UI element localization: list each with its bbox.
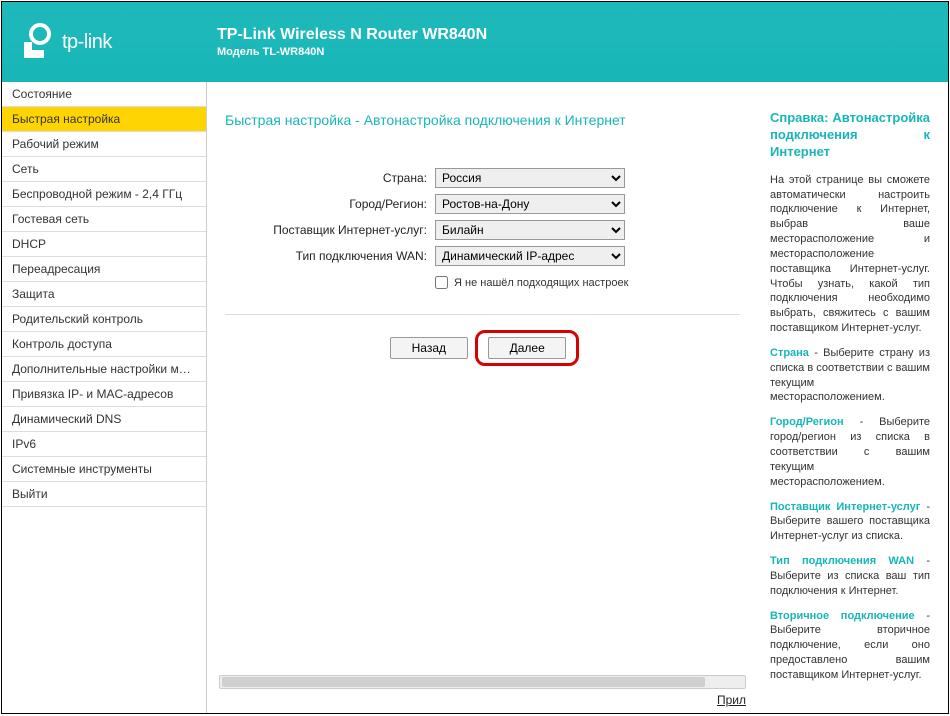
highlight-ring: Далее (475, 330, 579, 366)
footer-link[interactable]: Прил (219, 693, 746, 707)
back-button[interactable]: Назад (390, 337, 468, 359)
wan-select[interactable]: Динамический IP-адрес (435, 246, 625, 266)
wan-label: Тип подключения WAN: (225, 249, 435, 263)
brand-text: tp-link (62, 31, 112, 54)
help-isp: Поставщик Интернет-услуг - Выберите ваше… (770, 500, 930, 545)
help-wan: Тип подключения WAN - Выберите из списка… (770, 554, 930, 599)
not-found-checkbox[interactable] (435, 276, 448, 289)
sidebar-item-routing[interactable]: Дополнительные настройки маршрутизации (2, 357, 206, 382)
sidebar-item-logout[interactable]: Выйти (2, 482, 206, 507)
region-select[interactable]: Ростов-на-Дону (435, 194, 625, 214)
header-title-block: TP-Link Wireless N Router WR840N Модель … (207, 26, 487, 58)
autoconfig-form: Страна: Россия Город/Регион: Ростов-на-Д… (225, 168, 740, 289)
sidebar-item-wireless[interactable]: Беспроводной режим - 2,4 ГГц (2, 182, 206, 207)
button-row: Назад Далее (225, 330, 740, 366)
sidebar: Состояние Быстрая настройка Рабочий режи… (2, 82, 207, 713)
sidebar-item-ipv6[interactable]: IPv6 (2, 432, 206, 457)
horizontal-scrollbar[interactable] (219, 675, 746, 689)
main-content: Быстрая настройка - Автонастройка подклю… (207, 82, 758, 713)
help-region: Город/Регион - Выберите город/регион из … (770, 415, 930, 489)
sidebar-item-network[interactable]: Сеть (2, 157, 206, 182)
sidebar-item-ipmac[interactable]: Привязка IP- и MAC-адресов (2, 382, 206, 407)
product-title: TP-Link Wireless N Router WR840N (217, 26, 487, 44)
sidebar-item-forwarding[interactable]: Переадресация (2, 257, 206, 282)
brand-logo: tp-link (22, 22, 207, 62)
sidebar-item-parental[interactable]: Родительский контроль (2, 307, 206, 332)
sidebar-item-access[interactable]: Контроль доступа (2, 332, 206, 357)
sidebar-item-quick-setup[interactable]: Быстрая настройка (2, 107, 206, 132)
sidebar-item-ddns[interactable]: Динамический DNS (2, 407, 206, 432)
not-found-label: Я не нашёл подходящих настроек (454, 277, 628, 289)
product-model: Модель TL-WR840N (217, 46, 487, 58)
help-panel: Справка: Автонастройка подключения к Инт… (758, 82, 948, 713)
help-intro: На этой странице вы сможете автоматическ… (770, 173, 930, 336)
sidebar-item-guest[interactable]: Гостевая сеть (2, 207, 206, 232)
country-select[interactable]: Россия (435, 168, 625, 188)
region-label: Город/Регион: (225, 197, 435, 211)
sidebar-item-operation-mode[interactable]: Рабочий режим (2, 132, 206, 157)
sidebar-item-system[interactable]: Системные инструменты (2, 457, 206, 482)
scrollbar-thumb[interactable] (222, 677, 705, 687)
header: tp-link TP-Link Wireless N Router WR840N… (2, 2, 948, 82)
next-button[interactable]: Далее (488, 337, 566, 359)
help-title: Справка: Автонастройка подключения к Инт… (770, 110, 930, 161)
help-secondary: Вторичное подключение - Выберите вторичн… (770, 609, 930, 683)
country-label: Страна: (225, 171, 435, 185)
divider (225, 314, 740, 315)
isp-label: Поставщик Интернет-услуг: (225, 223, 435, 237)
sidebar-item-security[interactable]: Защита (2, 282, 206, 307)
page-title: Быстрая настройка - Автонастройка подклю… (225, 112, 740, 128)
sidebar-item-dhcp[interactable]: DHCP (2, 232, 206, 257)
isp-select[interactable]: Билайн (435, 220, 625, 240)
help-country: Страна - Выберите страну из списка в соо… (770, 346, 930, 405)
tplink-logo-icon (22, 22, 54, 62)
sidebar-item-status[interactable]: Состояние (2, 82, 206, 107)
